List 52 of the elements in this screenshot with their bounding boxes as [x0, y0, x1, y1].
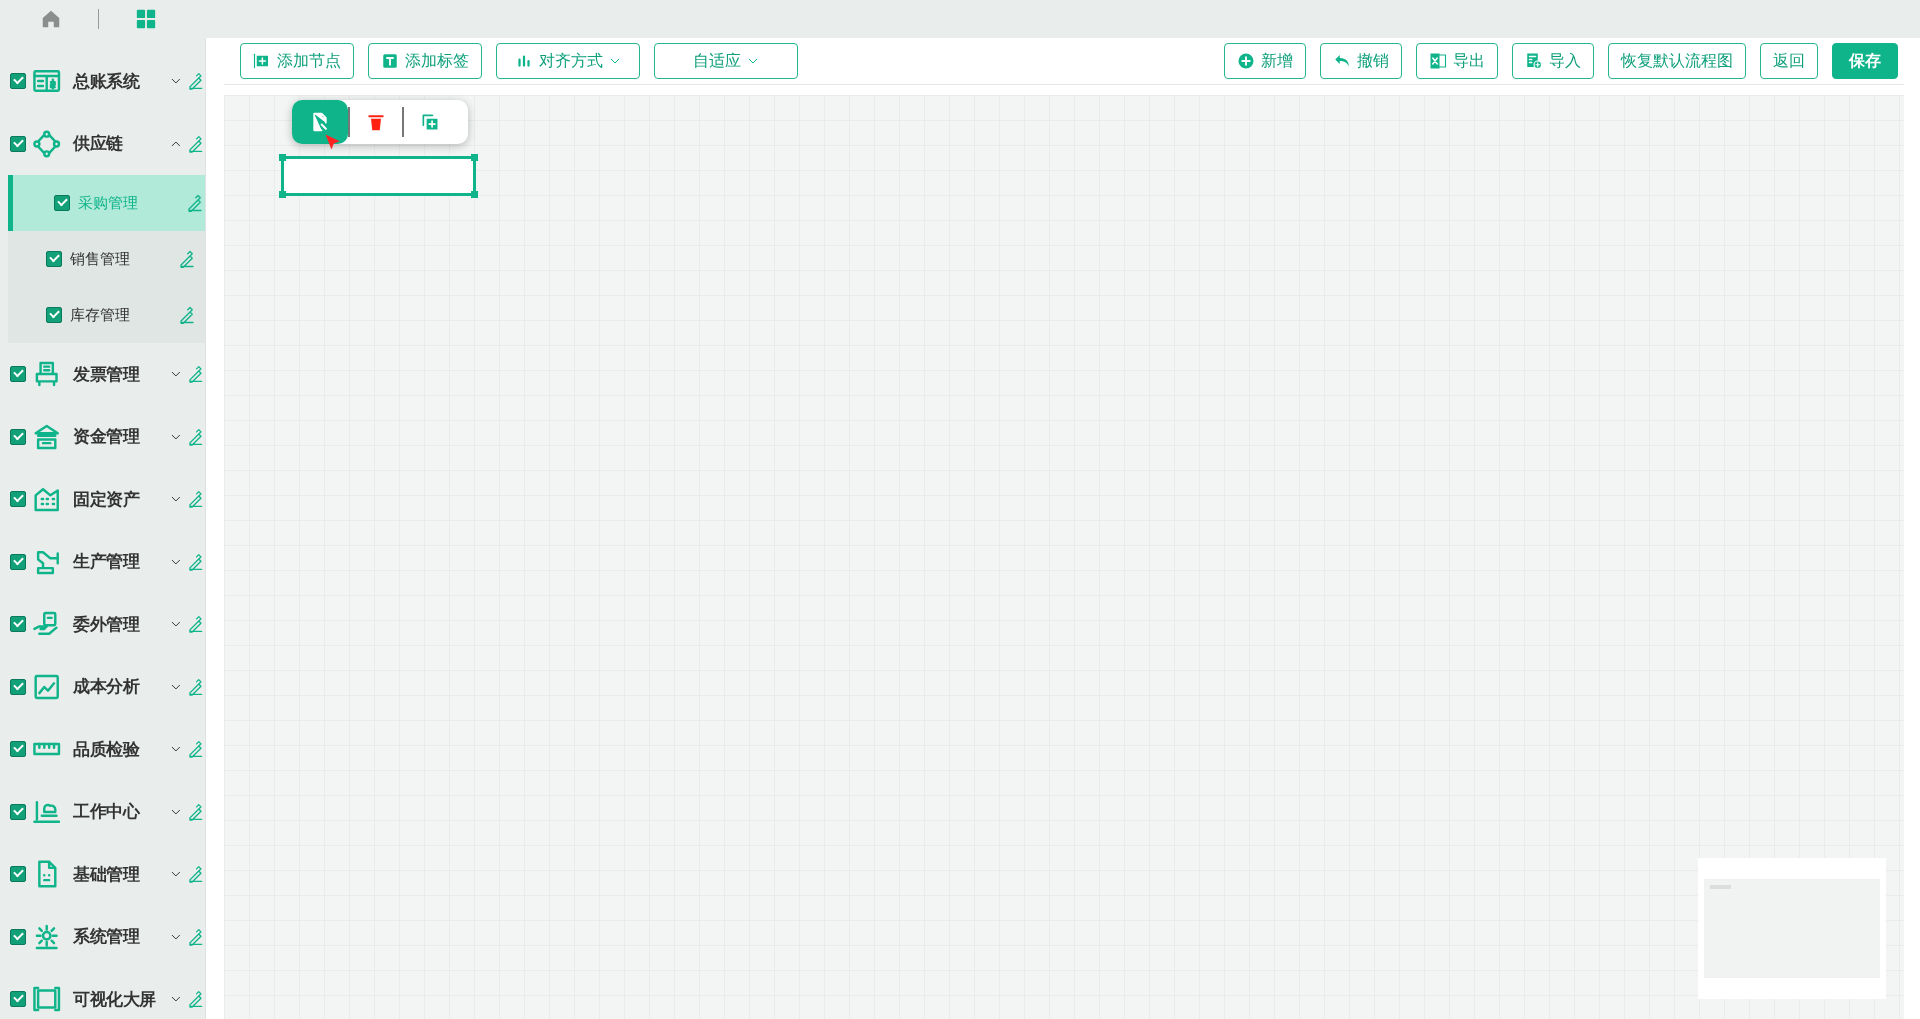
menu-label[interactable]: 资金管理: [73, 425, 164, 449]
checkbox[interactable]: [10, 928, 26, 945]
submenu-label[interactable]: 销售管理: [70, 249, 170, 269]
plus-circle-icon: [1237, 52, 1255, 70]
file-edit-icon: [310, 112, 330, 132]
menu-label[interactable]: 固定资产: [73, 487, 164, 511]
menu-label[interactable]: 工作中心: [73, 800, 164, 824]
submenu-label[interactable]: 库存管理: [70, 305, 170, 325]
trash-icon: [366, 112, 386, 132]
resize-handle[interactable]: [279, 191, 286, 198]
menu-label[interactable]: 供应链: [73, 132, 164, 156]
checkbox[interactable]: [46, 251, 62, 267]
checkbox[interactable]: [10, 366, 26, 383]
checkbox[interactable]: [46, 307, 62, 323]
checkbox[interactable]: [10, 135, 26, 152]
checkbox[interactable]: [54, 195, 70, 211]
import-table-icon: [1525, 52, 1543, 70]
resize-handle[interactable]: [279, 154, 286, 161]
checkbox[interactable]: [10, 73, 26, 90]
checkbox[interactable]: [10, 553, 26, 570]
menu-label[interactable]: 系统管理: [73, 925, 164, 949]
checkbox[interactable]: [10, 428, 26, 445]
node-tool-button[interactable]: [292, 100, 348, 144]
flow-node[interactable]: [281, 156, 476, 196]
spreadsheet-icon: [1429, 52, 1447, 70]
text-icon: [381, 52, 399, 70]
submenu-item[interactable]: 库存管理: [8, 287, 205, 343]
menu-label[interactable]: 成本分析: [73, 675, 164, 699]
add-node-icon: [253, 52, 271, 70]
checkbox[interactable]: [10, 741, 26, 758]
menu-label[interactable]: 可视化大屏: [73, 987, 164, 1011]
menu-label[interactable]: 基础管理: [73, 862, 164, 886]
checkbox[interactable]: [10, 803, 26, 820]
resize-handle[interactable]: [471, 191, 478, 198]
submenu-item[interactable]: 销售管理: [8, 231, 205, 287]
home-tab[interactable]: [40, 8, 62, 30]
menu-label[interactable]: 发票管理: [73, 362, 164, 386]
checkbox[interactable]: [10, 491, 26, 508]
checkbox[interactable]: [10, 866, 26, 883]
checkbox[interactable]: [10, 678, 26, 695]
resize-handle[interactable]: [471, 154, 478, 161]
cursor-arrow-icon: [324, 133, 342, 151]
menu-label[interactable]: 委外管理: [73, 612, 164, 636]
menu-label[interactable]: 生产管理: [73, 550, 164, 574]
menu-label[interactable]: 总账系统: [73, 69, 164, 93]
checkbox[interactable]: [10, 616, 26, 633]
grid-icon: [135, 8, 157, 30]
checkbox[interactable]: [10, 991, 26, 1008]
network-icon: [32, 128, 62, 159]
copy-icon: [420, 112, 440, 132]
home-icon: [40, 8, 62, 30]
menu-label[interactable]: 品质检验: [73, 737, 164, 761]
